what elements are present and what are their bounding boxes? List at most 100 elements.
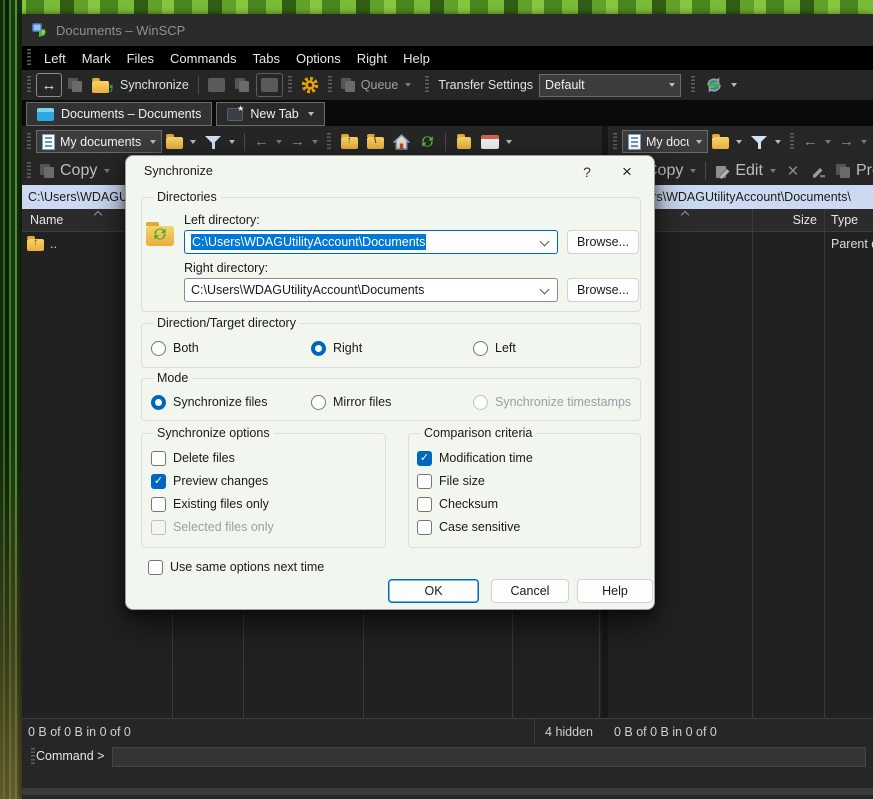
interface-layout-button[interactable] [62, 73, 88, 97]
radio-label: Mirror files [333, 395, 391, 409]
right-directory-value: C:\Users\WDAGUtilityAccount\Documents [191, 283, 424, 297]
synchronize-label: Synchronize [120, 78, 189, 92]
right-directory-combo[interactable]: C:\Users\WDAGUtilityAccount\Documents [184, 278, 558, 302]
transfer-settings-combo[interactable]: Default [539, 74, 681, 97]
left-open-directory-button[interactable] [162, 130, 200, 154]
left-column-name[interactable]: Name [30, 209, 63, 231]
left-view-button[interactable] [477, 130, 516, 154]
mode-mirror-files-radio[interactable]: Mirror files [311, 394, 391, 410]
right-parent-row[interactable]: Parent directory [831, 232, 873, 255]
toolbar-grip[interactable] [327, 133, 331, 151]
tab-documents[interactable]: Documents – Documents [26, 102, 212, 126]
left-directory-value: C:\Users\WDAGUtilityAccount\Documents [191, 234, 426, 250]
left-browse-button[interactable]: Browse... [567, 230, 639, 254]
right-parent-row-type: Parent directory [831, 237, 873, 251]
right-filter-button[interactable] [746, 130, 785, 154]
checkbox-label: Existing files only [173, 497, 269, 511]
left-location-combo[interactable]: My documents [36, 130, 162, 153]
case-sensitive-checkbox[interactable]: ✓Case sensitive [417, 519, 520, 535]
menu-files[interactable]: Files [119, 48, 162, 69]
use-same-options-checkbox[interactable]: ✓Use same options next time [148, 559, 324, 575]
left-back-button[interactable]: ← [250, 130, 286, 154]
chevron-down-icon [770, 169, 776, 173]
preferences-button[interactable] [297, 73, 323, 97]
left-forward-button[interactable]: → [286, 130, 322, 154]
synchronize-button[interactable]: Synchronize [88, 73, 193, 97]
session-color-button[interactable] [700, 73, 741, 97]
toolbar-grip[interactable] [328, 76, 332, 94]
menu-mark[interactable]: Mark [74, 48, 119, 69]
right-back-button[interactable]: ← [799, 130, 835, 154]
command-input[interactable] [112, 747, 866, 767]
up-arrow-icon: ↑ [27, 237, 44, 249]
existing-files-only-checkbox[interactable]: ✓Existing files only [151, 496, 269, 512]
right-column-size[interactable]: Size [752, 209, 824, 231]
dialog-help-button[interactable]: ? [572, 161, 602, 183]
left-parent-directory-button[interactable]: ↑ [336, 130, 362, 154]
preview-changes-checkbox[interactable]: ✓Preview changes [151, 473, 268, 489]
left-root-directory-button[interactable]: \ [362, 130, 388, 154]
transfer-settings-label: Transfer Settings [438, 78, 533, 92]
menu-left[interactable]: Left [36, 48, 74, 69]
menu-right[interactable]: Right [349, 48, 395, 69]
right-forward-button[interactable]: → [835, 130, 871, 154]
right-browse-button[interactable]: Browse... [567, 278, 639, 302]
checkbox-icon: ✓ [417, 497, 432, 512]
left-filter-button[interactable] [200, 130, 239, 154]
menu-grip[interactable] [27, 49, 31, 67]
synchronize-browsing-button[interactable] [256, 73, 283, 97]
chevron-down-icon [540, 285, 550, 295]
help-button[interactable]: Help [577, 579, 653, 603]
right-rename-button[interactable] [806, 159, 832, 183]
file-size-checkbox[interactable]: ✓File size [417, 473, 485, 489]
toolbar-grip[interactable] [613, 133, 617, 151]
console-button[interactable] [204, 73, 230, 97]
right-column-type[interactable]: Type [831, 209, 858, 231]
right-delete-button[interactable]: × [780, 159, 806, 183]
dialog-close-button[interactable]: × [610, 161, 644, 183]
queue-button[interactable]: Queue [337, 73, 416, 97]
toolbar-grip[interactable] [288, 76, 292, 94]
toolbar-grip[interactable] [425, 76, 429, 94]
right-properties-button[interactable]: Properties [832, 159, 873, 183]
mode-synchronize-files-radio[interactable]: Synchronize files [151, 394, 268, 410]
checksum-checkbox[interactable]: ✓Checksum [417, 496, 498, 512]
menu-tabs[interactable]: Tabs [245, 48, 288, 69]
left-home-directory-button[interactable] [388, 130, 414, 154]
left-directory-combo[interactable]: C:\Users\WDAGUtilityAccount\Documents [184, 230, 558, 254]
edit-pencil-icon [715, 164, 730, 179]
menu-help[interactable]: Help [395, 48, 438, 69]
sync-folder-icon [92, 81, 109, 93]
toolbar-grip[interactable] [27, 162, 31, 180]
toolbar-grip[interactable] [31, 748, 35, 766]
toolbar-grip[interactable] [27, 133, 31, 151]
ok-button[interactable]: OK [388, 579, 479, 603]
right-edit-button[interactable]: Edit [711, 159, 780, 183]
menu-options[interactable]: Options [288, 48, 349, 69]
modification-time-checkbox[interactable]: ✓Modification time [417, 450, 533, 466]
title-bar[interactable]: Documents – WinSCP [22, 14, 873, 46]
toolbar-grip[interactable] [691, 76, 695, 94]
left-copy-path-button[interactable] [451, 130, 477, 154]
left-refresh-button[interactable] [414, 130, 440, 154]
toolbar-grip[interactable] [790, 133, 794, 151]
menu-commands[interactable]: Commands [162, 48, 244, 69]
tab-new-tab[interactable]: ★ New Tab [216, 102, 324, 126]
delete-files-checkbox[interactable]: ✓Delete files [151, 450, 235, 466]
direction-right-radio[interactable]: Right [311, 340, 362, 356]
right-open-directory-button[interactable] [708, 130, 746, 154]
left-copy-button[interactable]: Copy [36, 159, 114, 183]
cancel-button[interactable]: Cancel [491, 579, 569, 603]
background-transfers-button[interactable] [230, 73, 256, 97]
comparison-legend: Comparison criteria [420, 426, 536, 440]
toggle-panels-button[interactable]: ↔ [36, 73, 62, 97]
back-arrow-icon: ← [254, 134, 269, 149]
left-status-hidden: 4 hidden [535, 719, 599, 744]
direction-both-radio[interactable]: Both [151, 340, 199, 356]
radio-label: Synchronize timestamps [495, 395, 631, 409]
toolbar-grip[interactable] [27, 76, 31, 94]
parent-folder-icon: ↑ [27, 239, 44, 251]
right-location-combo[interactable]: My documents [622, 130, 708, 153]
radio-icon [311, 395, 326, 410]
direction-left-radio[interactable]: Left [473, 340, 516, 356]
